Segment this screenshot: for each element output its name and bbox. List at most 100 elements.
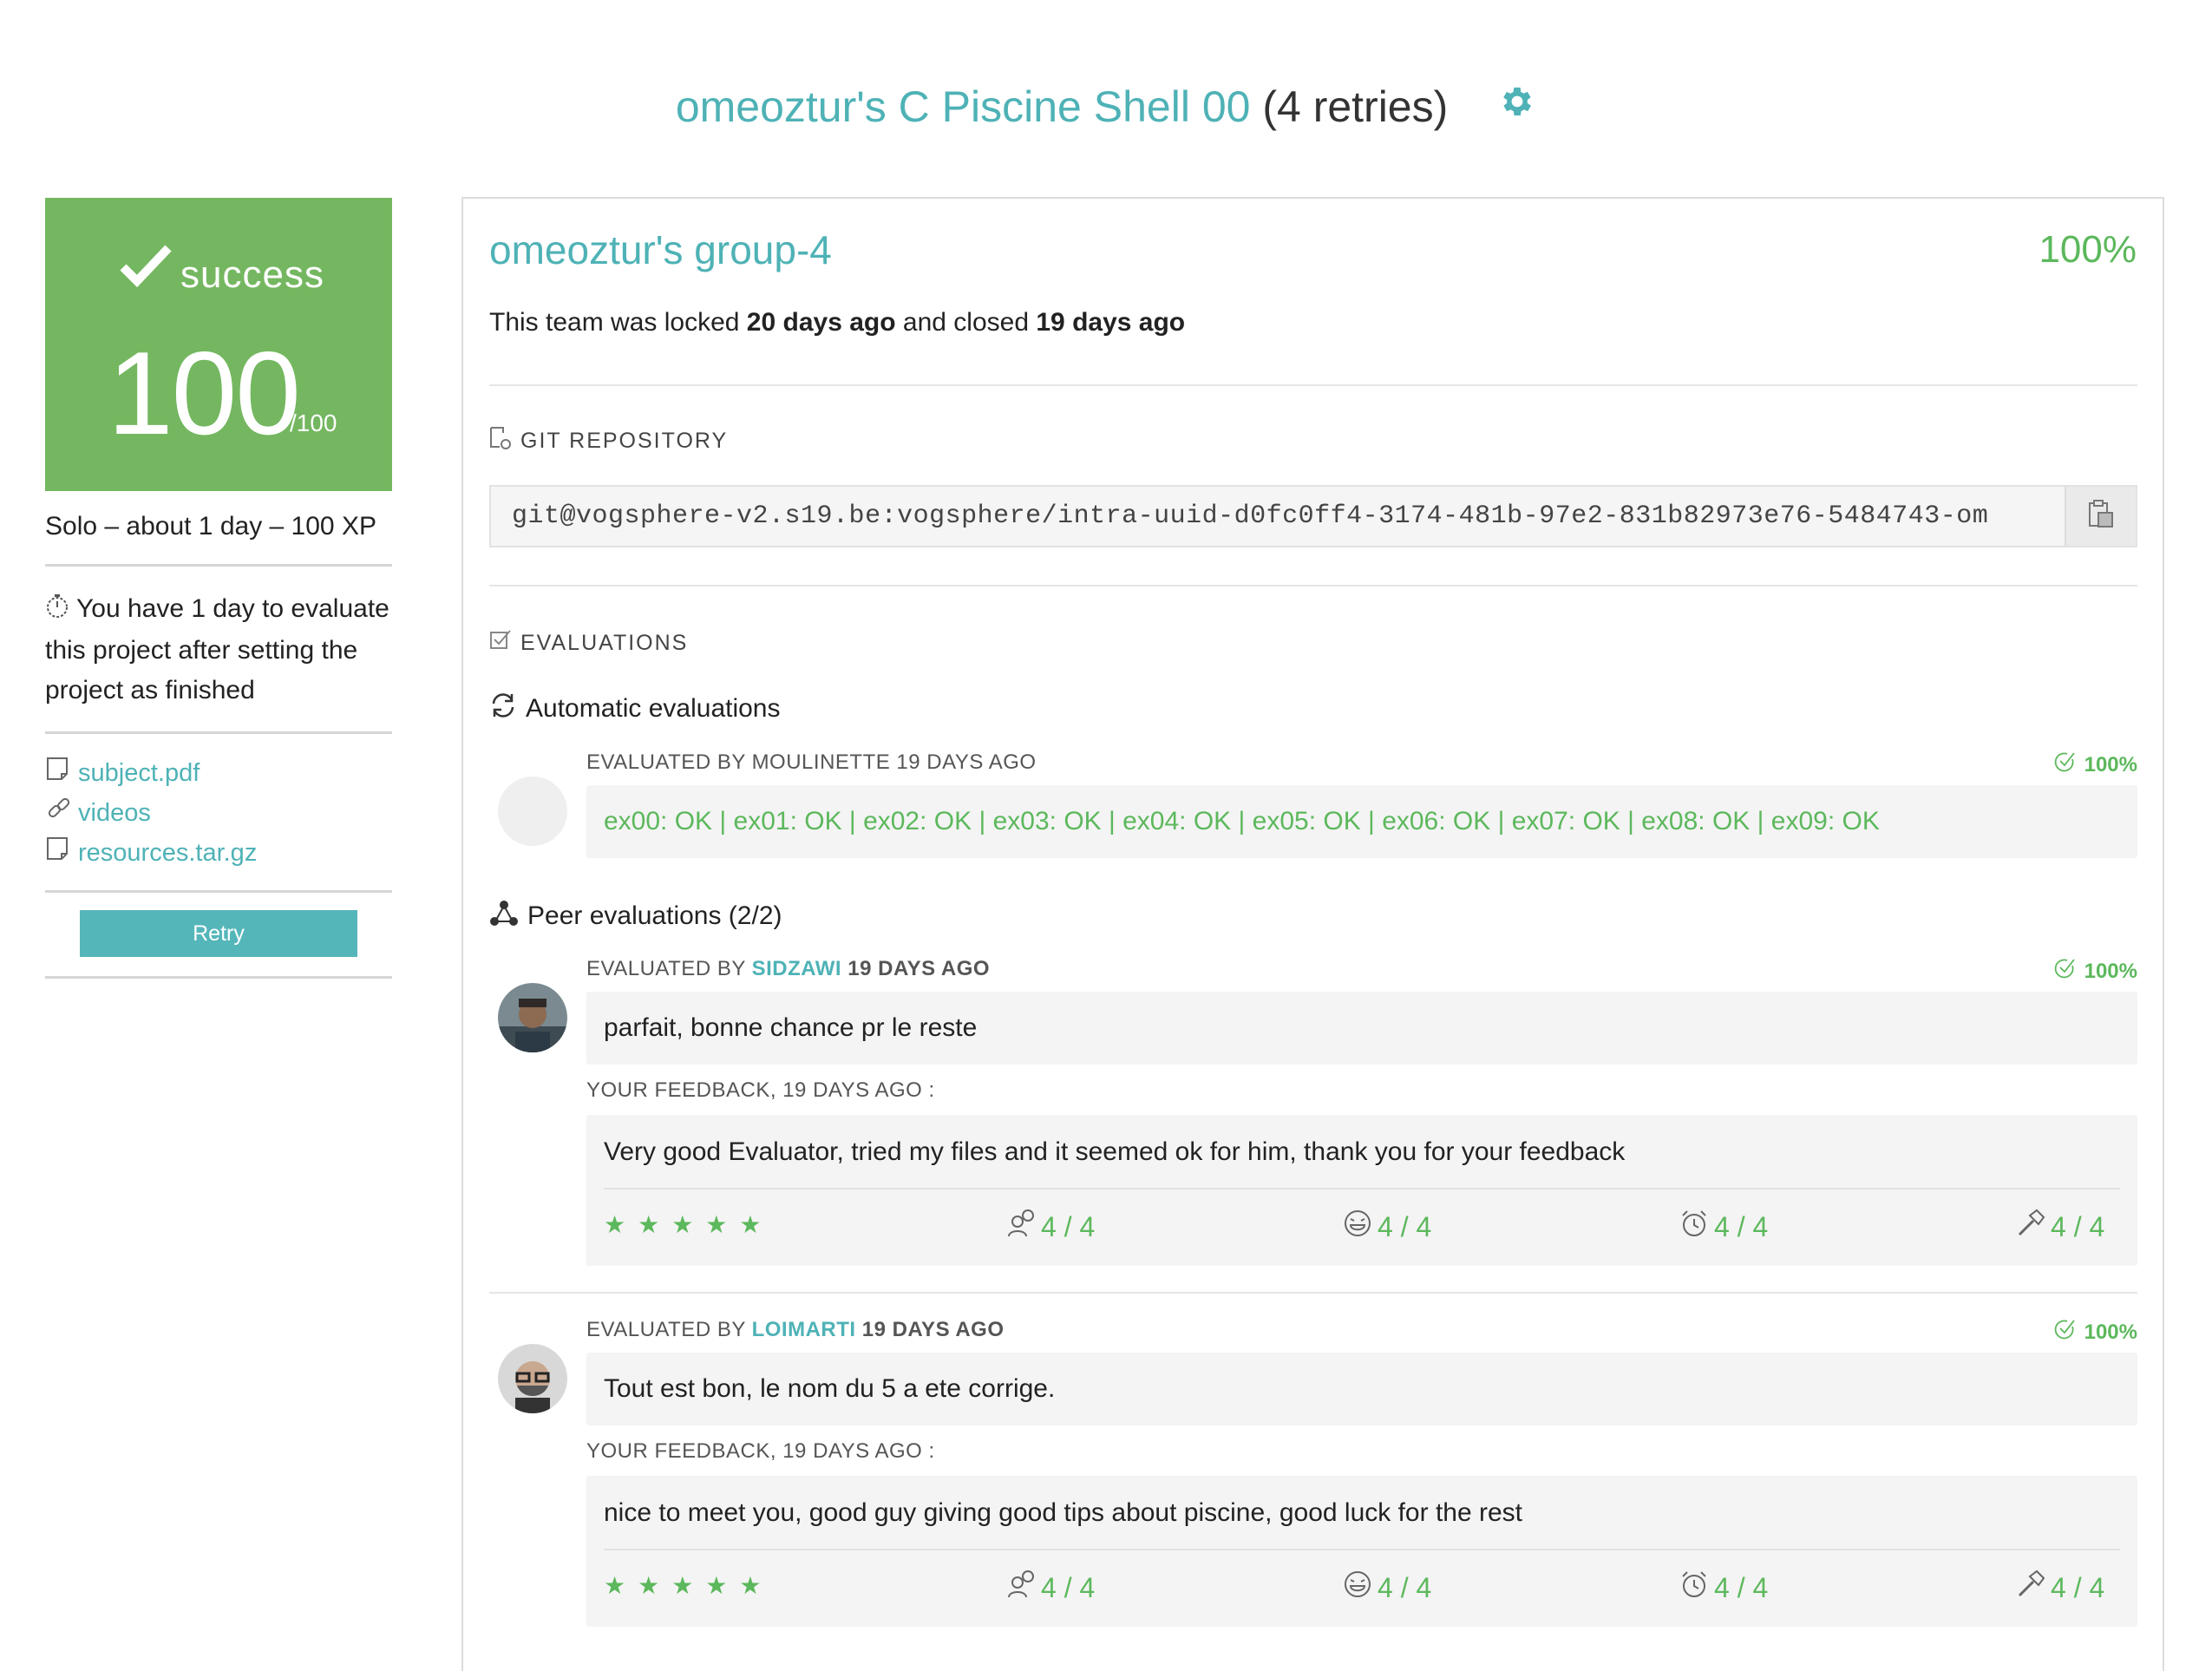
score-rigor: 4 / 4 bbox=[2016, 1569, 2104, 1606]
percent-value: 100% bbox=[2084, 1320, 2137, 1344]
avatar[interactable] bbox=[498, 983, 567, 1052]
check-circle-icon bbox=[2053, 1318, 2076, 1347]
feedback-ratings: ★★★★★ 4 / 4 4 / 4 4 / 4 4 / 4 bbox=[604, 1566, 2120, 1609]
score-punctuality: 4 / 4 bbox=[1679, 1209, 1768, 1245]
automatic-evaluations-label: Automatic evaluations bbox=[526, 694, 781, 723]
git-url-text[interactable]: git@vogsphere-v2.s19.be:vogsphere/intra-… bbox=[491, 487, 2065, 546]
evaluations-heading: EVALUATIONS bbox=[489, 629, 688, 658]
git-url-field[interactable]: git@vogsphere-v2.s19.be:vogsphere/intra-… bbox=[489, 485, 2137, 547]
score-value: 4 / 4 bbox=[1041, 1210, 1096, 1242]
feedback-ratings: ★★★★★ 4 / 4 4 / 4 4 / 4 4 / 4 bbox=[604, 1205, 2120, 1248]
file-label[interactable]: resources.tar.gz bbox=[78, 839, 257, 868]
feedback-text: Very good Evaluator, tried my files and … bbox=[604, 1137, 1626, 1166]
refresh-icon bbox=[489, 691, 517, 726]
avatar[interactable] bbox=[498, 1344, 567, 1413]
score-value: 4 / 4 bbox=[2051, 1571, 2105, 1603]
evaluator-info: EVALUATED BY LOIMARTI 19 DAYS AGO bbox=[586, 1318, 1005, 1342]
copy-button[interactable] bbox=[2065, 487, 2136, 546]
team-panel: omeoztur's group-4 100% This team was lo… bbox=[461, 197, 2164, 1671]
feedback-label: YOUR FEEDBACK, 19 DAYS AGO : bbox=[586, 1439, 935, 1463]
divider bbox=[489, 585, 2137, 586]
feedback-text: nice to meet you, good guy giving good t… bbox=[604, 1498, 1522, 1527]
check-circle-icon bbox=[2053, 957, 2076, 986]
hammer-icon bbox=[2016, 1209, 2045, 1245]
evaluation-percent: 100% bbox=[2053, 957, 2137, 986]
alarm-clock-icon bbox=[1679, 1209, 1709, 1245]
success-badge: success 100 /100 bbox=[45, 198, 392, 491]
score-nice: 4 / 4 bbox=[1006, 1209, 1095, 1245]
evaluated-by: EVALUATED BY bbox=[586, 957, 746, 980]
link-icon bbox=[45, 796, 73, 830]
feedback-box: Very good Evaluator, tried my files and … bbox=[586, 1115, 2137, 1266]
score-value: 4 / 4 bbox=[1041, 1571, 1096, 1603]
score-interested: 4 / 4 bbox=[1343, 1569, 1431, 1606]
evaluator-comment: Tout est bon, le nom du 5 a ete corrige. bbox=[586, 1353, 2137, 1425]
checkbox-icon bbox=[489, 629, 512, 658]
gear-icon[interactable] bbox=[1498, 75, 1536, 136]
project-files: subject.pdf videos resources.tar.gz bbox=[45, 734, 392, 893]
peer-evaluations-label: Peer evaluations (2/2) bbox=[527, 901, 782, 930]
file-link-subject[interactable]: subject.pdf bbox=[45, 753, 392, 793]
project-title[interactable]: omeoztur's C Piscine Shell 00 bbox=[676, 82, 1251, 131]
file-copy-icon bbox=[489, 426, 512, 456]
evaluation-time-notice: You have 1 day to evaluate this project … bbox=[45, 567, 392, 734]
evaluation-date: 19 DAYS AGO bbox=[847, 957, 991, 980]
clipboard-icon bbox=[2086, 499, 2116, 534]
checkmark-icon bbox=[120, 243, 172, 292]
divider bbox=[489, 1292, 2137, 1294]
git-repository-heading: GIT REPOSITORY bbox=[489, 426, 728, 456]
lock-prefix: This team was locked bbox=[489, 308, 740, 337]
locked-ago: 20 days ago bbox=[746, 308, 896, 337]
team-lock-status: This team was locked 20 days ago and clo… bbox=[489, 308, 1185, 337]
score-value: 4 / 4 bbox=[1378, 1210, 1432, 1242]
percent-value: 100% bbox=[2084, 959, 2137, 983]
git-heading-label: GIT REPOSITORY bbox=[520, 429, 729, 453]
star-rating: ★★★★★ bbox=[604, 1572, 774, 1599]
smiley-icon bbox=[1343, 1569, 1372, 1606]
user-bubble-icon bbox=[1006, 1209, 1036, 1245]
evaluator-comment: parfait, bonne chance pr le reste bbox=[586, 992, 2137, 1065]
score-nice: 4 / 4 bbox=[1006, 1569, 1095, 1606]
score-value: 4 / 4 bbox=[1714, 1210, 1769, 1242]
team-percent: 100% bbox=[2039, 228, 2137, 271]
evaluator-info: EVALUATED BY SIDZAWI 19 DAYS AGO bbox=[586, 957, 990, 981]
evaluation-time-text: You have 1 day to evaluate this project … bbox=[45, 594, 389, 704]
evaluator-login[interactable]: SIDZAWI bbox=[752, 957, 842, 980]
retries-count: (4 retries) bbox=[1262, 82, 1449, 131]
evaluations-heading-label: EVALUATIONS bbox=[520, 631, 689, 655]
retry-section: Retry bbox=[45, 893, 392, 979]
file-link-resources[interactable]: resources.tar.gz bbox=[45, 833, 392, 873]
smiley-icon bbox=[1343, 1209, 1372, 1245]
feedback-label: YOUR FEEDBACK, 19 DAYS AGO : bbox=[586, 1078, 935, 1102]
automatic-evaluations-heading: Automatic evaluations bbox=[489, 691, 781, 726]
peer-evaluation: EVALUATED BY SIDZAWI 19 DAYS AGO 100% pa… bbox=[498, 957, 2137, 1269]
score-rigor: 4 / 4 bbox=[2016, 1209, 2104, 1245]
page-header: omeoztur's C Piscine Shell 00 (4 retries… bbox=[0, 76, 2212, 137]
peers-icon bbox=[489, 898, 519, 934]
score-interested: 4 / 4 bbox=[1343, 1209, 1431, 1245]
evaluator-login[interactable]: LOIMARTI bbox=[752, 1318, 856, 1341]
project-meta: Solo – about 1 day – 100 XP bbox=[45, 512, 392, 567]
divider bbox=[489, 384, 2137, 386]
final-score: 100 bbox=[108, 327, 301, 459]
closed-ago: 19 days ago bbox=[1036, 308, 1186, 337]
file-link-videos[interactable]: videos bbox=[45, 793, 392, 833]
file-label[interactable]: subject.pdf bbox=[78, 759, 200, 788]
status-label: success bbox=[180, 253, 324, 296]
alarm-clock-icon bbox=[1679, 1569, 1709, 1606]
score-punctuality: 4 / 4 bbox=[1679, 1569, 1768, 1606]
peer-evaluation: EVALUATED BY LOIMARTI 19 DAYS AGO 100% T… bbox=[498, 1318, 2137, 1630]
team-name[interactable]: omeoztur's group-4 bbox=[489, 226, 832, 273]
moulinette-result: ex00: OK | ex01: OK | ex02: OK | ex03: O… bbox=[586, 785, 2137, 858]
score-value: 4 / 4 bbox=[2051, 1210, 2105, 1242]
retry-button[interactable]: Retry bbox=[80, 910, 357, 957]
divider bbox=[604, 1188, 2120, 1189]
document-icon bbox=[45, 756, 73, 790]
score-max: /100 bbox=[290, 410, 337, 436]
lock-mid: and closed bbox=[902, 308, 1030, 337]
evaluator-info: EVALUATED BY MOULINETTE 19 DAYS AGO bbox=[586, 750, 1037, 774]
document-icon bbox=[45, 836, 73, 870]
file-label[interactable]: videos bbox=[78, 799, 151, 828]
divider bbox=[604, 1549, 2120, 1550]
hammer-icon bbox=[2016, 1569, 2045, 1606]
